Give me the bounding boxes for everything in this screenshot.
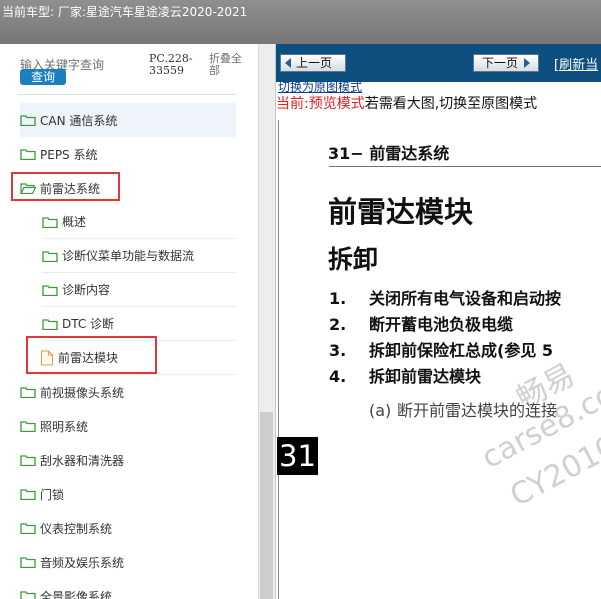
tree-item-label: 照明系统 xyxy=(40,419,89,434)
step-number: 1. xyxy=(329,289,347,308)
step-number: 4. xyxy=(329,367,347,386)
highlight-box xyxy=(26,336,157,374)
tree-item-audio[interactable]: 音频及娱乐系统 xyxy=(20,545,236,579)
arrow-right-icon xyxy=(524,58,531,68)
step-number: 3. xyxy=(329,341,347,360)
tree-item-label: 门锁 xyxy=(40,487,65,502)
step-text: 关闭所有电气设备和启动按 xyxy=(369,289,562,308)
prev-page-label: 上一页 xyxy=(296,56,333,70)
switch-to-original-link[interactable]: 切换为原图模式 xyxy=(278,80,362,94)
step-item: 4. 拆卸前雷达模块 xyxy=(329,363,481,387)
title-bar-text: 当前车型: 厂家:星途汽车星途凌云2020-2021 xyxy=(2,5,248,19)
mode-name: 预览模式 xyxy=(308,96,365,112)
tree-item-diag-content[interactable]: 诊断内容 xyxy=(42,273,236,307)
tree-item-label: 诊断内容 xyxy=(62,283,111,297)
folder-icon xyxy=(20,386,36,399)
divider xyxy=(329,166,601,167)
page-number-badge: 31 xyxy=(277,437,318,475)
divider xyxy=(18,94,236,95)
folder-icon xyxy=(20,454,36,467)
step-text: 拆卸前保险杠总成(参见 5 xyxy=(369,341,554,360)
sidebar-scrollbar-thumb[interactable] xyxy=(260,412,273,599)
tree-item-label: 仪表控制系统 xyxy=(40,521,113,536)
folder-icon xyxy=(20,556,36,569)
folder-icon xyxy=(42,284,58,296)
tree-item-label: 前视摄像头系统 xyxy=(40,385,125,400)
folder-icon xyxy=(20,522,36,535)
pc-code: PC.228-33559 xyxy=(149,52,193,77)
tree-item-door-lock[interactable]: 门锁 xyxy=(20,477,236,511)
folder-icon xyxy=(20,114,36,127)
tree-item-label: DTC 诊断 xyxy=(62,317,115,331)
tree-item-panorama[interactable]: 全景影像系统 xyxy=(20,579,236,599)
step-text: 断开蓄电池负极电缆 xyxy=(369,315,514,334)
step-number: 2. xyxy=(329,315,347,334)
search-area: 输入关键字查询 查询 PC.228-33559 折叠全部 xyxy=(0,44,258,92)
folder-icon xyxy=(42,216,58,228)
tree-item-peps[interactable]: PEPS 系统 xyxy=(20,137,236,171)
next-page-button[interactable]: 下一页 xyxy=(473,54,539,72)
viewer-pane: 上一页 下一页 [刷新当 切换为原图模式 当前:预览模式若需看大图,切换至原图模… xyxy=(276,44,601,599)
tree-item-label: 概述 xyxy=(62,215,87,229)
step-item: 3. 拆卸前保险杠总成(参见 5 xyxy=(329,337,553,361)
tree-item-label: 诊断仪菜单功能与数据流 xyxy=(62,249,195,263)
step-item: 1. 关闭所有电气设备和启动按 xyxy=(329,285,561,309)
page-subheading: 拆卸 xyxy=(328,245,379,274)
refresh-link[interactable]: [刷新当 xyxy=(554,54,598,73)
folder-icon xyxy=(42,250,58,262)
search-button[interactable]: 查询 xyxy=(20,69,66,85)
page-title: 前雷达模块 xyxy=(328,195,474,229)
folder-icon xyxy=(20,488,36,501)
tree-item-label: 刮水器和清洗器 xyxy=(40,453,125,468)
arrow-left-icon xyxy=(285,58,291,68)
tree-item-overview[interactable]: 概述 xyxy=(42,205,236,239)
tree-item-front-camera[interactable]: 前视摄像头系统 xyxy=(20,375,236,409)
tree-item-label: CAN 通信系统 xyxy=(40,113,118,128)
tree-item-instrument[interactable]: 仪表控制系统 xyxy=(20,511,236,545)
prev-page-button[interactable]: 上一页 xyxy=(280,54,346,72)
step-item: 2. 断开蓄电池负极电缆 xyxy=(329,311,513,335)
tree-item-label: PEPS 系统 xyxy=(40,147,98,162)
step-text: 拆卸前雷达模块 xyxy=(369,367,482,386)
tree-item-label: 全景影像系统 xyxy=(40,589,113,599)
viewer-toolbar: 上一页 下一页 [刷新当 xyxy=(276,44,601,82)
mode-prefix: 当前: xyxy=(276,96,309,112)
title-bar: 当前车型: 厂家:星途汽车星途凌云2020-2021 xyxy=(0,0,601,44)
mode-hint: 若需看大图,切换至原图模式 xyxy=(364,96,538,112)
tree-item-wiper[interactable]: 刮水器和清洗器 xyxy=(20,443,236,477)
folder-icon xyxy=(42,318,58,330)
substep-number: (a) xyxy=(369,401,392,420)
folder-icon xyxy=(20,590,36,599)
tree-item-label: 音频及娱乐系统 xyxy=(40,555,125,570)
tree-item-diag-menu[interactable]: 诊断仪菜单功能与数据流 xyxy=(42,239,236,273)
section-heading: 31− 前雷达系统 xyxy=(328,144,450,163)
highlight-box xyxy=(11,172,120,201)
folder-icon xyxy=(20,420,36,433)
tree-item-lighting[interactable]: 照明系统 xyxy=(20,409,236,443)
mode-status: 当前:预览模式若需看大图,切换至原图模式 xyxy=(276,95,537,113)
folder-icon xyxy=(20,148,36,161)
sidebar: 输入关键字查询 查询 PC.228-33559 折叠全部 CAN 通信系统 PE… xyxy=(0,44,276,599)
tree-item-can[interactable]: CAN 通信系统 xyxy=(20,103,236,137)
next-page-label: 下一页 xyxy=(482,56,519,70)
collapse-all-button[interactable]: 折叠全部 xyxy=(209,53,249,77)
